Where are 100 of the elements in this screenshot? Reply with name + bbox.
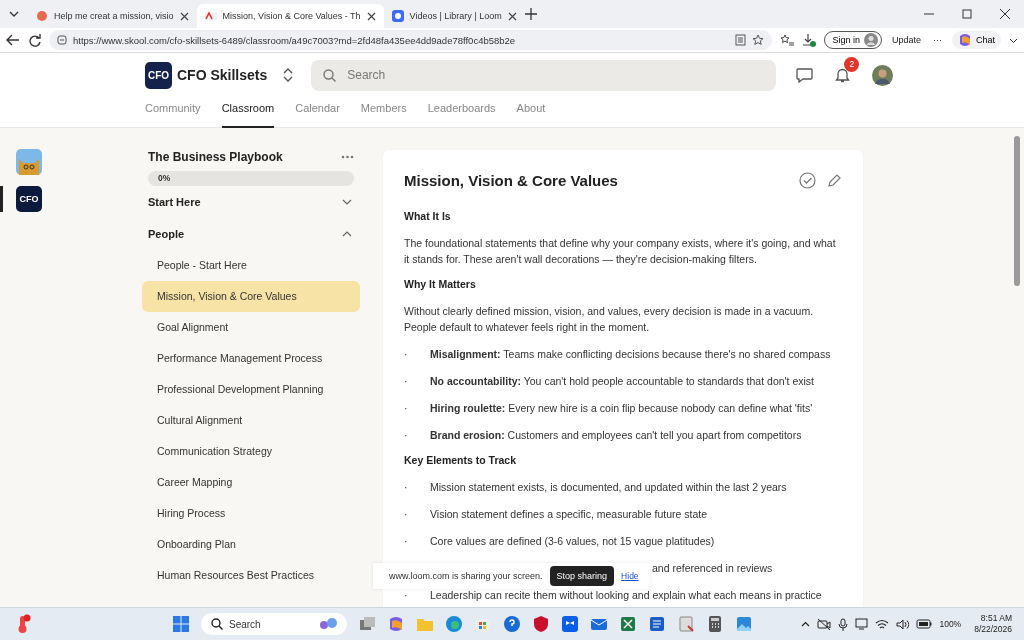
start-icon[interactable] [172, 615, 190, 633]
notification-badge: 2 [844, 57, 860, 72]
lesson-item[interactable]: Goal Alignment [142, 312, 360, 343]
lesson-item[interactable]: Career Mapping [142, 467, 360, 498]
browser-tab[interactable]: Videos | Library | Loom [383, 4, 525, 28]
list-item-text: Core values are defined (3-6 values, not 15 vague platitudes) [430, 534, 715, 549]
list-item-text: Mission statement exists, is documented, and updated within the last 2 years [430, 480, 787, 495]
lesson-item[interactable]: Communication Strategy [142, 436, 360, 467]
clock[interactable]: 8:51 AM 8/22/2026 [974, 613, 1012, 635]
nav-tab[interactable]: Leaderboards [427, 97, 496, 128]
nav-tab[interactable]: Members [360, 97, 407, 128]
help-icon[interactable] [503, 615, 521, 633]
favicon-icon [204, 10, 217, 22]
list-item-text: and referenced in reviews [652, 561, 773, 576]
maximize-icon[interactable] [962, 9, 972, 19]
list-item-text: Hiring roulette: Every new hire is a coin flip because nobody can define what 'fits' [430, 401, 813, 416]
close-icon[interactable] [1000, 9, 1010, 19]
browser-tab[interactable]: Help me creat a mission, visio [28, 4, 197, 28]
download-icon[interactable] [802, 33, 817, 47]
avatar-icon [863, 33, 878, 47]
pencil-icon[interactable] [827, 173, 842, 188]
back-icon[interactable] [6, 34, 20, 46]
copilot-icon[interactable] [387, 615, 405, 633]
close-icon[interactable] [179, 11, 189, 21]
battery-icon[interactable] [916, 619, 933, 629]
bullet-mark: · [404, 374, 409, 389]
lesson-item[interactable]: People - Start Here [142, 250, 360, 281]
group-switch-item[interactable]: CFO [0, 186, 56, 212]
lesson-item[interactable]: Hiring Process [142, 498, 360, 529]
microphone-icon[interactable] [838, 617, 849, 631]
chevron-down-icon [342, 199, 352, 205]
scrollbar-thumb[interactable] [1014, 136, 1020, 286]
nav-tab[interactable]: Calendar [295, 97, 340, 128]
lesson-item[interactable]: Human Resources Best Practices [142, 560, 360, 591]
section-header[interactable]: People [142, 218, 360, 250]
nav-tab[interactable]: Classroom [221, 97, 275, 128]
group-logo[interactable]: CFO [145, 61, 172, 89]
list-item-text: Brand erosion: Customers and employees can't tell you apart from competitors [430, 428, 802, 443]
lesson-item[interactable]: Mission, Vision & Core Values [142, 281, 360, 312]
more-button[interactable]: ··· [931, 35, 944, 45]
speaker-icon[interactable] [896, 618, 910, 630]
cat-icon [16, 149, 42, 175]
close-icon[interactable] [507, 11, 517, 21]
search-field[interactable]: Search [311, 59, 777, 91]
browser-icon[interactable] [445, 615, 463, 633]
group-name[interactable]: CFO Skillsets [177, 67, 268, 83]
bullet-mark: · [404, 507, 409, 522]
nav-tab[interactable]: About [516, 97, 546, 128]
snipping-icon[interactable] [677, 615, 695, 633]
lesson-item[interactable]: Professional Development Planning [142, 374, 360, 405]
close-icon[interactable] [366, 11, 376, 21]
chevron-up-icon [342, 231, 352, 237]
calculator-icon[interactable] [706, 615, 724, 633]
section-heading: Why It Matters [404, 278, 477, 290]
chat-bubble-icon[interactable] [796, 67, 814, 83]
hide-link[interactable]: Hide [621, 571, 639, 581]
battery-percentage: 100% [939, 619, 962, 629]
progress-text: 0% [158, 173, 171, 183]
reader-icon[interactable] [735, 34, 747, 46]
update-button[interactable]: Update [889, 35, 923, 45]
new-tab-icon[interactable] [524, 8, 537, 20]
spreadsheet-icon[interactable] [619, 615, 637, 633]
switch-icon[interactable] [283, 68, 294, 82]
bullet-mark: · [404, 401, 409, 416]
bell-icon[interactable] [835, 67, 851, 83]
check-circle-icon[interactable] [799, 172, 816, 189]
star-icon[interactable] [752, 34, 765, 46]
chevron-up-icon[interactable] [801, 621, 811, 627]
more-icon[interactable] [341, 155, 354, 159]
site-info-icon[interactable] [57, 35, 67, 45]
logo-text: CFO [19, 194, 39, 204]
lesson-item[interactable]: Onboarding Plan [142, 529, 360, 560]
display-icon[interactable] [855, 618, 869, 630]
windows-icon[interactable] [358, 615, 376, 633]
list-item-text: Misalignment: Teams make conflicting decisions because there's no shared compass [430, 347, 831, 362]
address-field[interactable]: https://www.skool.com/cfo-skillsets-6489/classroom/a49c7003?md=2fd48fa435ee4dd9ade78ff0c4b58b2e [49, 30, 773, 50]
camera-off-icon[interactable] [817, 618, 832, 630]
nav-tab[interactable]: Community [145, 97, 201, 128]
photos-icon[interactable] [735, 615, 753, 633]
favicon-icon [391, 10, 404, 22]
stop-sharing-button[interactable]: Stop sharing [549, 566, 615, 586]
bullet-mark: · [404, 480, 409, 495]
list-item-text: No accountability: You can't hold people accountable to standards that don't exist [430, 374, 814, 389]
lesson-item[interactable]: Cultural Alignment [142, 405, 360, 436]
avatar-icon[interactable] [872, 64, 894, 86]
share-message: www.loom.com is sharing your screen. [389, 571, 543, 581]
document-icon[interactable] [648, 615, 666, 633]
sign-in-button[interactable]: Sign in [824, 31, 882, 49]
dropbox-icon[interactable] [561, 615, 579, 633]
reload-icon[interactable] [28, 33, 41, 47]
shield-icon[interactable] [532, 615, 550, 633]
taskbar-search-field[interactable]: Search [201, 613, 347, 635]
wifi-icon[interactable] [875, 618, 890, 630]
lesson-item[interactable]: Performance Management Process [142, 343, 360, 374]
flower-icon [317, 617, 339, 631]
chat-button[interactable]: Chat [952, 31, 1001, 49]
section-heading: Key Elements to Track [404, 454, 518, 466]
section-header[interactable]: Start Here [142, 186, 360, 218]
browser-tab[interactable]: Mission, Vision & Core Values - Th [196, 4, 384, 28]
favorites-icon[interactable] [780, 34, 795, 46]
